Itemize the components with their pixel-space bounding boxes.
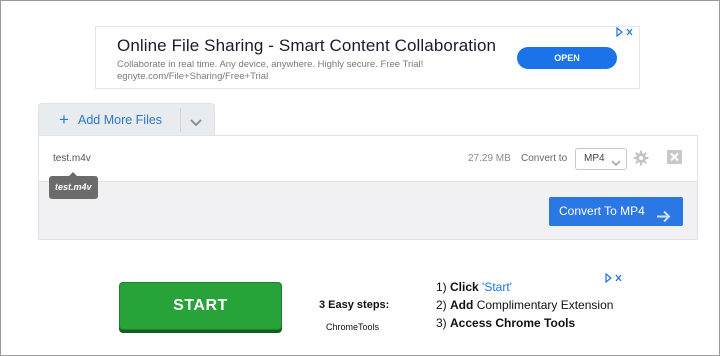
page-frame: Online File Sharing - Smart Content Coll… [0, 0, 720, 356]
format-select-value: MP4 [584, 153, 605, 164]
arrow-right-icon [656, 205, 671, 223]
ad-choices-icon[interactable] [615, 26, 635, 40]
file-name-tooltip: test.m4v [49, 172, 98, 199]
format-select[interactable]: MP4 [575, 148, 627, 170]
chevron-down-icon [611, 155, 621, 166]
ad-description[interactable]: Collaborate in real time. Any device, an… [117, 59, 497, 83]
ad-brand[interactable]: ChromeTools [326, 322, 379, 332]
convert-button-label: Convert To MP4 [559, 204, 645, 218]
add-more-files-label: Add More Files [78, 113, 163, 127]
ad-step-1[interactable]: 1) Click 'Start' [436, 280, 512, 294]
file-toolbar: + Add More Files [38, 103, 215, 135]
step-action: Click [450, 280, 479, 294]
ad-step-3[interactable]: 3) Access Chrome Tools [436, 316, 575, 330]
file-size: 27.29 MB [468, 153, 511, 164]
convert-to-label: Convert to [521, 153, 568, 164]
ad-open-button[interactable]: OPEN [517, 47, 617, 69]
step-number: 1) [436, 280, 447, 294]
step-action: Access Chrome Tools [450, 316, 576, 330]
step-action: Add [450, 298, 474, 312]
ad-step-2[interactable]: 2) Add Complimentary Extension [436, 298, 613, 312]
file-name: test.m4v [53, 153, 91, 164]
step-detail: 'Start' [482, 280, 512, 294]
convert-button[interactable]: Convert To MP4 [549, 197, 683, 226]
file-row: test.m4v 27.29 MB Convert to MP4 [39, 136, 697, 182]
step-number: 3) [436, 316, 447, 330]
plus-icon: + [59, 110, 69, 129]
step-detail: Complimentary Extension [476, 298, 614, 312]
step-number: 2) [436, 298, 447, 312]
ad-start-button[interactable]: START [119, 282, 282, 330]
chevron-down-icon[interactable] [189, 115, 203, 127]
toolbar-divider [180, 108, 181, 132]
add-more-files-button[interactable]: + Add More Files [39, 104, 180, 136]
conversion-panel: test.m4v 27.29 MB Convert to MP4 test.m4… [38, 135, 698, 240]
ad-choices-icon[interactable] [604, 272, 624, 286]
ad-headline[interactable]: Online File Sharing - Smart Content Coll… [117, 36, 496, 56]
top-ad-banner[interactable]: Online File Sharing - Smart Content Coll… [95, 26, 640, 89]
ad-steps-title[interactable]: 3 Easy steps: [319, 299, 389, 311]
gear-icon[interactable] [633, 150, 649, 166]
remove-file-icon[interactable] [667, 150, 682, 164]
